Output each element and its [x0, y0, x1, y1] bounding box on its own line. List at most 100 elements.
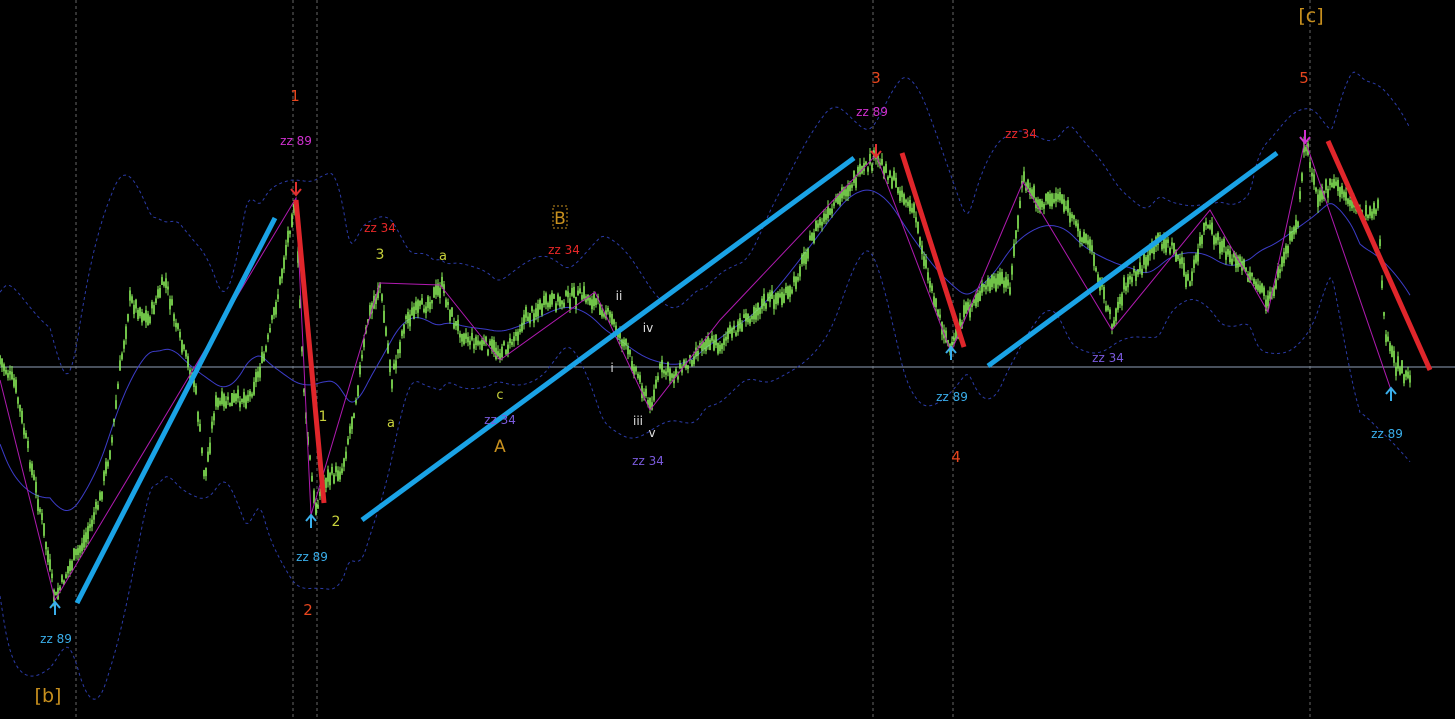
- candle-body: [35, 481, 37, 493]
- candle-body: [921, 245, 923, 254]
- candle-body: [51, 573, 53, 579]
- candle-body: [343, 458, 345, 467]
- candle-body: [85, 532, 87, 543]
- candle-body: [525, 306, 527, 318]
- candle-body: [1345, 192, 1347, 201]
- candle-body: [927, 272, 929, 281]
- candle-body: [893, 170, 895, 180]
- candle-body: [963, 305, 965, 318]
- candle-body: [803, 251, 805, 264]
- candle-body: [865, 161, 867, 165]
- candle-body: [1137, 269, 1139, 275]
- candle-body: [1019, 200, 1021, 209]
- candle-body: [1171, 242, 1173, 246]
- candle-body: [847, 185, 849, 197]
- candle-body: [1275, 279, 1277, 289]
- chart-background: [0, 0, 1455, 719]
- candle-body: [723, 338, 725, 345]
- candle-body: [347, 438, 349, 445]
- candle-body: [23, 427, 25, 435]
- candle-body: [1057, 193, 1059, 200]
- candle-body: [753, 306, 755, 320]
- candle-body: [309, 455, 311, 460]
- candle-body: [1219, 242, 1221, 254]
- candle-body: [725, 336, 727, 341]
- candle-body: [1309, 162, 1311, 168]
- candle-body: [231, 393, 233, 406]
- candle-body: [11, 371, 13, 380]
- zigzag-89-label: zz 89: [40, 632, 72, 646]
- candle-body: [853, 170, 855, 183]
- candle-body: [441, 276, 443, 288]
- candle-body: [117, 383, 119, 389]
- candle-body: [457, 319, 459, 331]
- candle-body: [889, 170, 891, 178]
- candle-body: [207, 451, 209, 462]
- candle-body: [279, 276, 281, 285]
- candle-body: [183, 344, 185, 350]
- candle-body: [409, 314, 411, 327]
- candle-body: [951, 341, 953, 346]
- candle-body: [257, 371, 259, 378]
- candle-body: [1193, 259, 1195, 268]
- candle-body: [495, 347, 497, 359]
- candle-body: [1295, 219, 1297, 233]
- candle-body: [1009, 287, 1011, 295]
- candle-body: [741, 323, 743, 332]
- candle-body: [263, 353, 265, 361]
- wave-minor-label: a: [439, 249, 447, 264]
- candle-body: [845, 189, 847, 197]
- price-chart[interactable]: [b] [c] 1 2 3 4 5 A B 1 2 3 a a c i ii i…: [0, 0, 1455, 719]
- candle-body: [277, 294, 279, 299]
- candle-body: [113, 418, 115, 423]
- candle-body: [487, 349, 489, 356]
- candle-body: [221, 391, 223, 405]
- candle-body: [1267, 295, 1269, 307]
- candle-body: [1143, 253, 1145, 265]
- zigzag-34-label: zz 34: [364, 221, 396, 235]
- candle-body: [1401, 360, 1403, 374]
- candle-body: [1103, 287, 1105, 300]
- candle-body: [1199, 236, 1201, 246]
- candle-body: [459, 333, 461, 338]
- candle-body: [903, 194, 905, 205]
- candle-body: [289, 230, 291, 234]
- candle-body: [477, 340, 479, 345]
- candle-body: [433, 287, 435, 298]
- candle-body: [661, 360, 663, 373]
- candle-body: [383, 310, 385, 323]
- candle-body: [103, 471, 105, 481]
- candle-body: [147, 313, 149, 326]
- zigzag-34-label: zz 34: [1005, 127, 1037, 141]
- candle-body: [1217, 232, 1219, 241]
- candle-body: [415, 301, 417, 311]
- candle-body: [1291, 231, 1293, 241]
- candle-body: [1139, 262, 1141, 271]
- candle-body: [453, 323, 455, 329]
- candle-body: [47, 550, 49, 563]
- candle-body: [335, 466, 337, 473]
- candle-body: [541, 303, 543, 315]
- candle-body: [553, 293, 555, 299]
- candle-body: [229, 402, 231, 406]
- candle-body: [601, 310, 603, 317]
- candle-body: [187, 356, 189, 368]
- candle-body: [381, 294, 383, 301]
- zigzag-89-label: zz 89: [296, 550, 328, 564]
- candle-body: [255, 372, 257, 383]
- candle-body: [761, 298, 763, 309]
- candle-body: [1331, 182, 1333, 188]
- candle-body: [439, 287, 441, 298]
- candle-body: [545, 293, 547, 305]
- candle-body: [339, 471, 341, 480]
- candle-body: [79, 545, 81, 553]
- candle-body: [1287, 245, 1289, 254]
- wave-major-label: 5: [1299, 69, 1309, 87]
- candle-body: [1313, 174, 1315, 185]
- candle-body: [3, 364, 5, 372]
- zigzag-89-label: zz 89: [936, 390, 968, 404]
- candle-body: [359, 365, 361, 375]
- candle-body: [563, 302, 565, 308]
- candle-body: [1227, 249, 1229, 255]
- candle-body: [657, 376, 659, 381]
